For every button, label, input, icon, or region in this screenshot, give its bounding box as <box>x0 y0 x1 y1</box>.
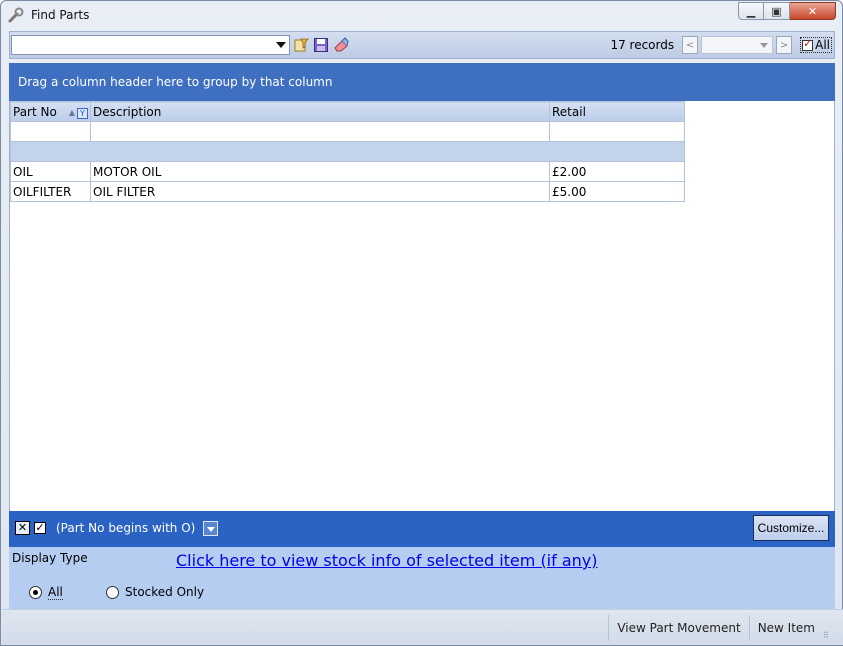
cell-part-no[interactable]: OILFILTER <box>10 181 91 202</box>
radio-icon[interactable] <box>106 585 119 599</box>
close-button[interactable]: ✕ <box>790 2 836 20</box>
display-type-label: Display Type <box>12 551 88 565</box>
filter-cell-retail[interactable] <box>549 121 685 142</box>
column-header-label: Part No <box>13 104 57 119</box>
filter-icon[interactable] <box>292 36 310 54</box>
next-page-button[interactable]: > <box>776 36 793 54</box>
status-bar: View Part Movement New Item ⠿ <box>2 609 843 645</box>
table-row[interactable]: OILFILTER OIL FILTER £5.00 <box>10 181 685 202</box>
cell-retail[interactable]: £2.00 <box>549 161 685 182</box>
column-header-description[interactable]: Description <box>90 101 550 122</box>
new-item-button[interactable]: New Item <box>748 614 823 641</box>
row-separator <box>10 141 685 162</box>
radio-stocked-only[interactable]: Stocked Only <box>106 585 204 599</box>
cell-description[interactable]: MOTOR OIL <box>90 161 550 182</box>
prev-page-button[interactable]: < <box>682 36 699 54</box>
toolbar: 17 records < > All <box>9 31 835 59</box>
filter-cell-part-no[interactable] <box>10 121 91 142</box>
eraser-icon[interactable] <box>332 36 350 54</box>
chevron-down-icon[interactable] <box>276 42 286 48</box>
all-checkbox-label: All <box>815 38 830 52</box>
stock-info-link[interactable]: Click here to view stock info of selecte… <box>176 551 598 570</box>
window-title: Find Parts <box>31 8 90 22</box>
view-part-movement-button[interactable]: View Part Movement <box>608 614 748 641</box>
all-checkbox[interactable]: All <box>800 37 832 53</box>
filter-bar: ✕ ✓ (Part No begins with O) Customize... <box>9 511 835 545</box>
clear-filter-icon[interactable]: ✕ <box>15 521 30 535</box>
options-panel: Display Type Click here to view stock in… <box>9 545 835 609</box>
filter-cell-description[interactable] <box>90 121 550 142</box>
chevron-down-icon[interactable] <box>760 43 769 48</box>
minimize-button[interactable]: ▁ <box>738 2 764 20</box>
record-count: 17 records <box>610 38 675 52</box>
cell-retail[interactable]: £5.00 <box>549 181 685 202</box>
filter-expression[interactable]: (Part No begins with O) <box>56 521 195 535</box>
radio-all[interactable]: All <box>29 585 63 600</box>
cell-description[interactable]: OIL FILTER <box>90 181 550 202</box>
filter-history-dropdown[interactable] <box>203 520 219 536</box>
save-icon[interactable] <box>312 36 330 54</box>
column-header-part-no[interactable]: Part No Y ▲ <box>10 101 91 122</box>
column-header-retail[interactable]: Retail <box>549 101 685 122</box>
filter-icon[interactable]: Y <box>77 107 88 119</box>
title-bar: Find Parts ▁ ▣ ✕ <box>1 1 842 29</box>
search-combo[interactable] <box>11 35 290 55</box>
resize-grip-icon[interactable]: ⠿ <box>823 631 837 640</box>
find-parts-window: Find Parts ▁ ▣ ✕ 17 records < > All <box>0 0 843 646</box>
parts-table: Part No Y ▲ Description Retail OIL MOTOR… <box>10 101 685 202</box>
radio-stocked-label: Stocked Only <box>125 585 205 599</box>
maximize-button[interactable]: ▣ <box>764 2 790 20</box>
sort-ascending-icon: ▲ <box>68 107 75 117</box>
parts-grid: Part No Y ▲ Description Retail OIL MOTOR… <box>9 101 835 511</box>
group-by-panel[interactable]: Drag a column header here to group by th… <box>9 63 835 101</box>
checkbox-icon[interactable] <box>802 37 814 51</box>
table-row[interactable]: OIL MOTOR OIL £2.00 <box>10 161 685 182</box>
wrench-icon <box>7 6 25 24</box>
enable-filter-checkbox[interactable]: ✓ <box>34 522 46 534</box>
page-combo[interactable] <box>701 36 774 54</box>
radio-icon[interactable] <box>29 586 42 599</box>
cell-part-no[interactable]: OIL <box>10 161 91 182</box>
radio-all-label: All <box>48 585 63 600</box>
customize-button[interactable]: Customize... <box>753 515 829 541</box>
